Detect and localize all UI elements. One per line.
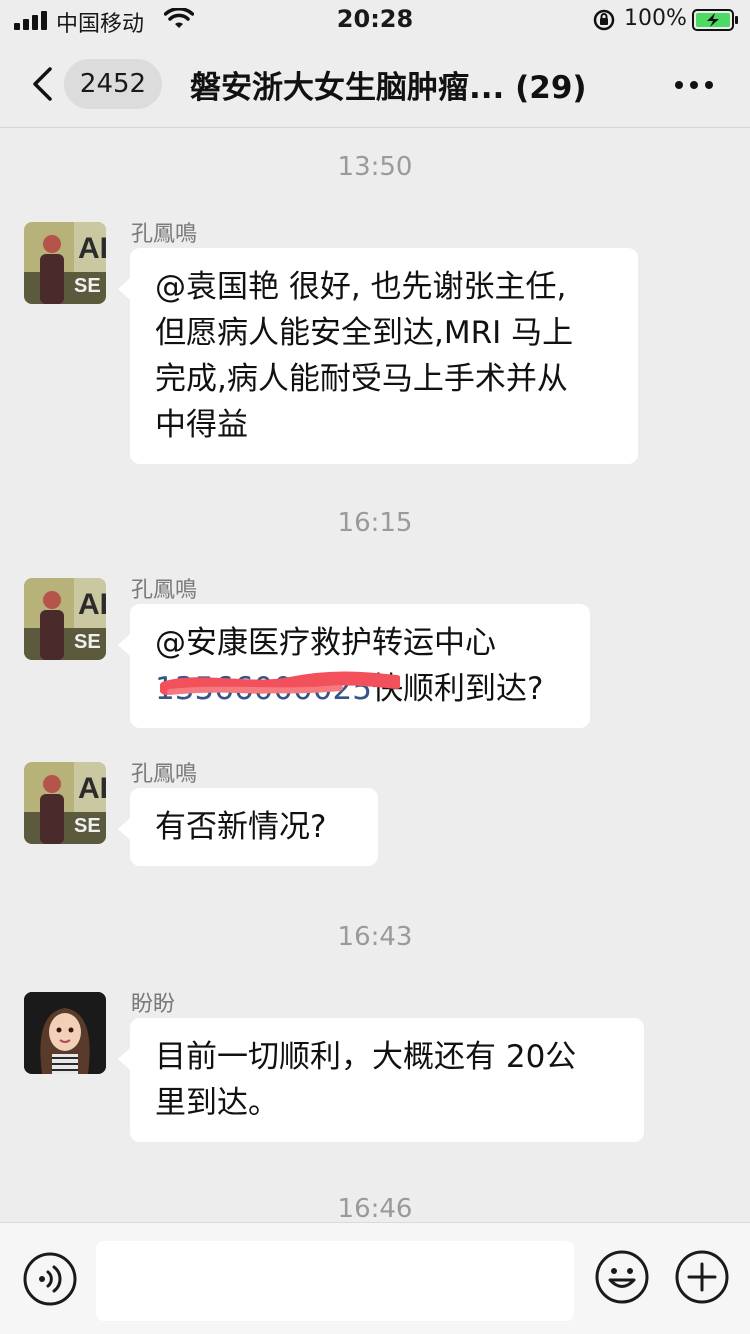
- message-bubble[interactable]: @袁国艳 很好, 也先谢张主任, 但愿病人能安全到达,MRI 马上 完成,病人能…: [118, 248, 638, 464]
- message-text-line: @安康医疗救护转运中心: [155, 625, 496, 661]
- red-redaction-scribble: [160, 671, 400, 695]
- avatar-sender[interactable]: AI SE: [24, 222, 106, 304]
- sender-name: 盼盼: [131, 992, 176, 1017]
- message-timestamp: 16:43: [337, 922, 413, 952]
- message-text-line: @袁国艳 很好, 也先谢张主任,: [155, 269, 567, 305]
- svg-text:AI: AI: [78, 232, 106, 265]
- avatar-sender[interactable]: AI SE: [24, 578, 106, 660]
- message-text-line: 完成,病人能耐受马上手术并从: [155, 361, 568, 397]
- avatar-photo: AI SE: [24, 578, 106, 660]
- avatar-photo: AI SE: [24, 222, 106, 304]
- message-input[interactable]: [96, 1241, 574, 1321]
- message-list[interactable]: 13:50 AI SE 孔鳳鳴 @袁国艳 很好, 也先谢张主任, 但愿病人能安全…: [0, 128, 750, 1222]
- sender-name: 孔鳳鳴: [131, 222, 198, 247]
- message-timestamp: 13:50: [337, 152, 413, 182]
- orientation-lock-icon: [593, 9, 615, 31]
- message-bubble[interactable]: @安康医疗救护转运中心 13566000025快顺利到达?: [118, 604, 590, 728]
- avatar-sender[interactable]: AI SE: [24, 762, 106, 844]
- svg-text:SE: SE: [74, 275, 101, 297]
- message-bubble[interactable]: 目前一切顺利，大概还有 20公 里到达。: [118, 1018, 644, 1142]
- plus-icon[interactable]: [674, 1249, 730, 1305]
- message-text-line: 但愿病人能安全到达,MRI 马上: [155, 315, 574, 351]
- message-text-line: 中得益: [155, 407, 248, 443]
- status-bar: 中国移动 20:28 100%: [0, 0, 750, 40]
- message-timestamp: 16:46: [337, 1194, 413, 1222]
- chat-header: 2452 磐安浙大女生脑肿瘤... (29): [0, 40, 750, 128]
- avatar-photo: AI SE: [24, 762, 106, 844]
- input-bar: [0, 1222, 750, 1334]
- battery-percentage: 100%: [624, 6, 687, 31]
- svg-text:SE: SE: [74, 631, 101, 653]
- message-timestamp: 16:15: [337, 508, 413, 538]
- sender-name: 孔鳳鳴: [131, 762, 198, 787]
- sender-name: 孔鳳鳴: [131, 578, 198, 603]
- avatar-sender[interactable]: [24, 992, 106, 1074]
- svg-text:AI: AI: [78, 772, 106, 805]
- message-bubble[interactable]: 有否新情况?: [118, 788, 378, 866]
- message-text-line: 目前一切顺利，大概还有 20公: [155, 1039, 577, 1075]
- emoji-icon[interactable]: [594, 1249, 650, 1305]
- svg-text:SE: SE: [74, 815, 101, 837]
- chat-title: 磐安浙大女生脑肿瘤... (29): [190, 70, 587, 106]
- svg-text:AI: AI: [78, 588, 106, 621]
- more-dots-icon[interactable]: [674, 80, 714, 90]
- message-text-line: 有否新情况?: [155, 809, 327, 845]
- voice-icon[interactable]: [22, 1251, 78, 1307]
- back-chevron-icon[interactable]: [30, 66, 54, 102]
- message-text-line: 里到达。: [155, 1085, 279, 1121]
- unread-count-badge[interactable]: 2452: [64, 59, 162, 109]
- avatar-cartoon-girl: [24, 992, 106, 1074]
- battery-charging-icon: [692, 9, 738, 31]
